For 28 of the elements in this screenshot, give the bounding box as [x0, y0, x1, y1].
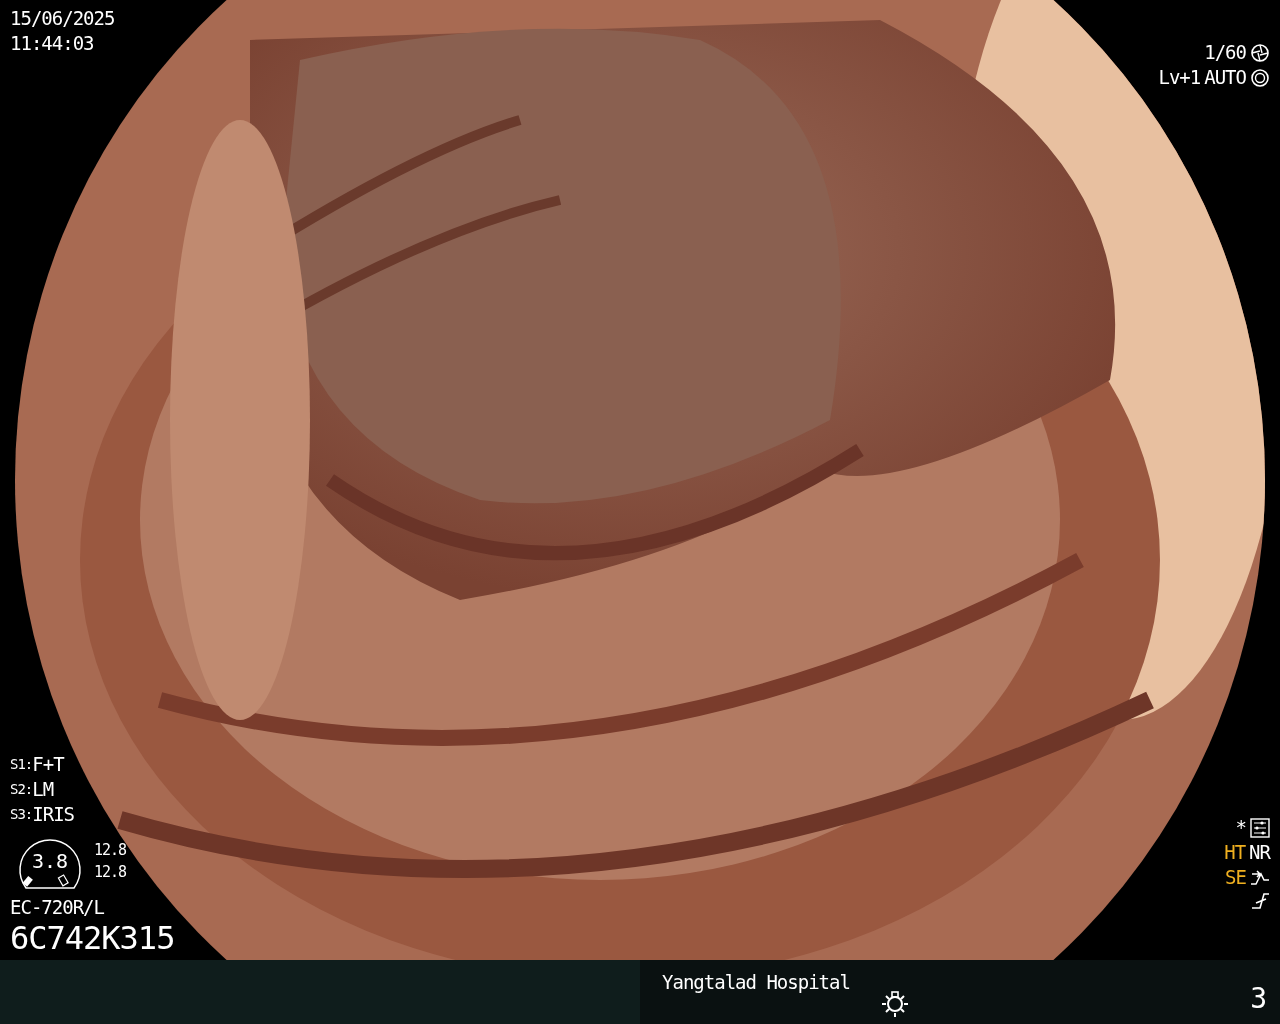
iris-mode: AUTO — [1204, 65, 1246, 90]
edge-enhance-icon — [1250, 890, 1270, 910]
switch-function: IRIS — [32, 802, 75, 827]
page-number: 3 — [1250, 982, 1266, 1016]
enhancement-mode: HT — [1224, 840, 1246, 865]
date: 15/06/2025 — [10, 6, 116, 31]
time: 11:44:03 — [10, 31, 95, 56]
shutter-speed: 1/60 — [1204, 40, 1246, 65]
lamp-icon — [879, 988, 910, 1018]
switch-key: S3: — [10, 802, 33, 827]
iris-icon — [1250, 67, 1270, 88]
switch-function: LM — [32, 777, 54, 802]
scope-serial: 6C742K315 — [10, 920, 175, 956]
enhancement-mode: NR — [1249, 840, 1270, 865]
enhancement-mode: SE — [1225, 865, 1246, 890]
enhance-curve-icon — [1250, 867, 1270, 888]
hospital-name: Yangtalad Hospital — [662, 970, 850, 995]
scope-model: EC-720R/L — [10, 895, 105, 920]
switch-key: S1: — [10, 752, 33, 777]
switch-key: S2: — [10, 777, 33, 802]
gauge-reading: 12.8 — [94, 840, 127, 861]
marker: * — [1235, 815, 1246, 840]
switch-function: F+T — [32, 752, 64, 777]
brightness-level: Lv+1 — [1158, 65, 1201, 90]
gauge-reading: 12.8 — [94, 862, 127, 883]
aperture-icon — [1250, 42, 1270, 63]
gauge-value: 3.8 — [31, 849, 69, 873]
settings-icon — [1250, 817, 1270, 838]
